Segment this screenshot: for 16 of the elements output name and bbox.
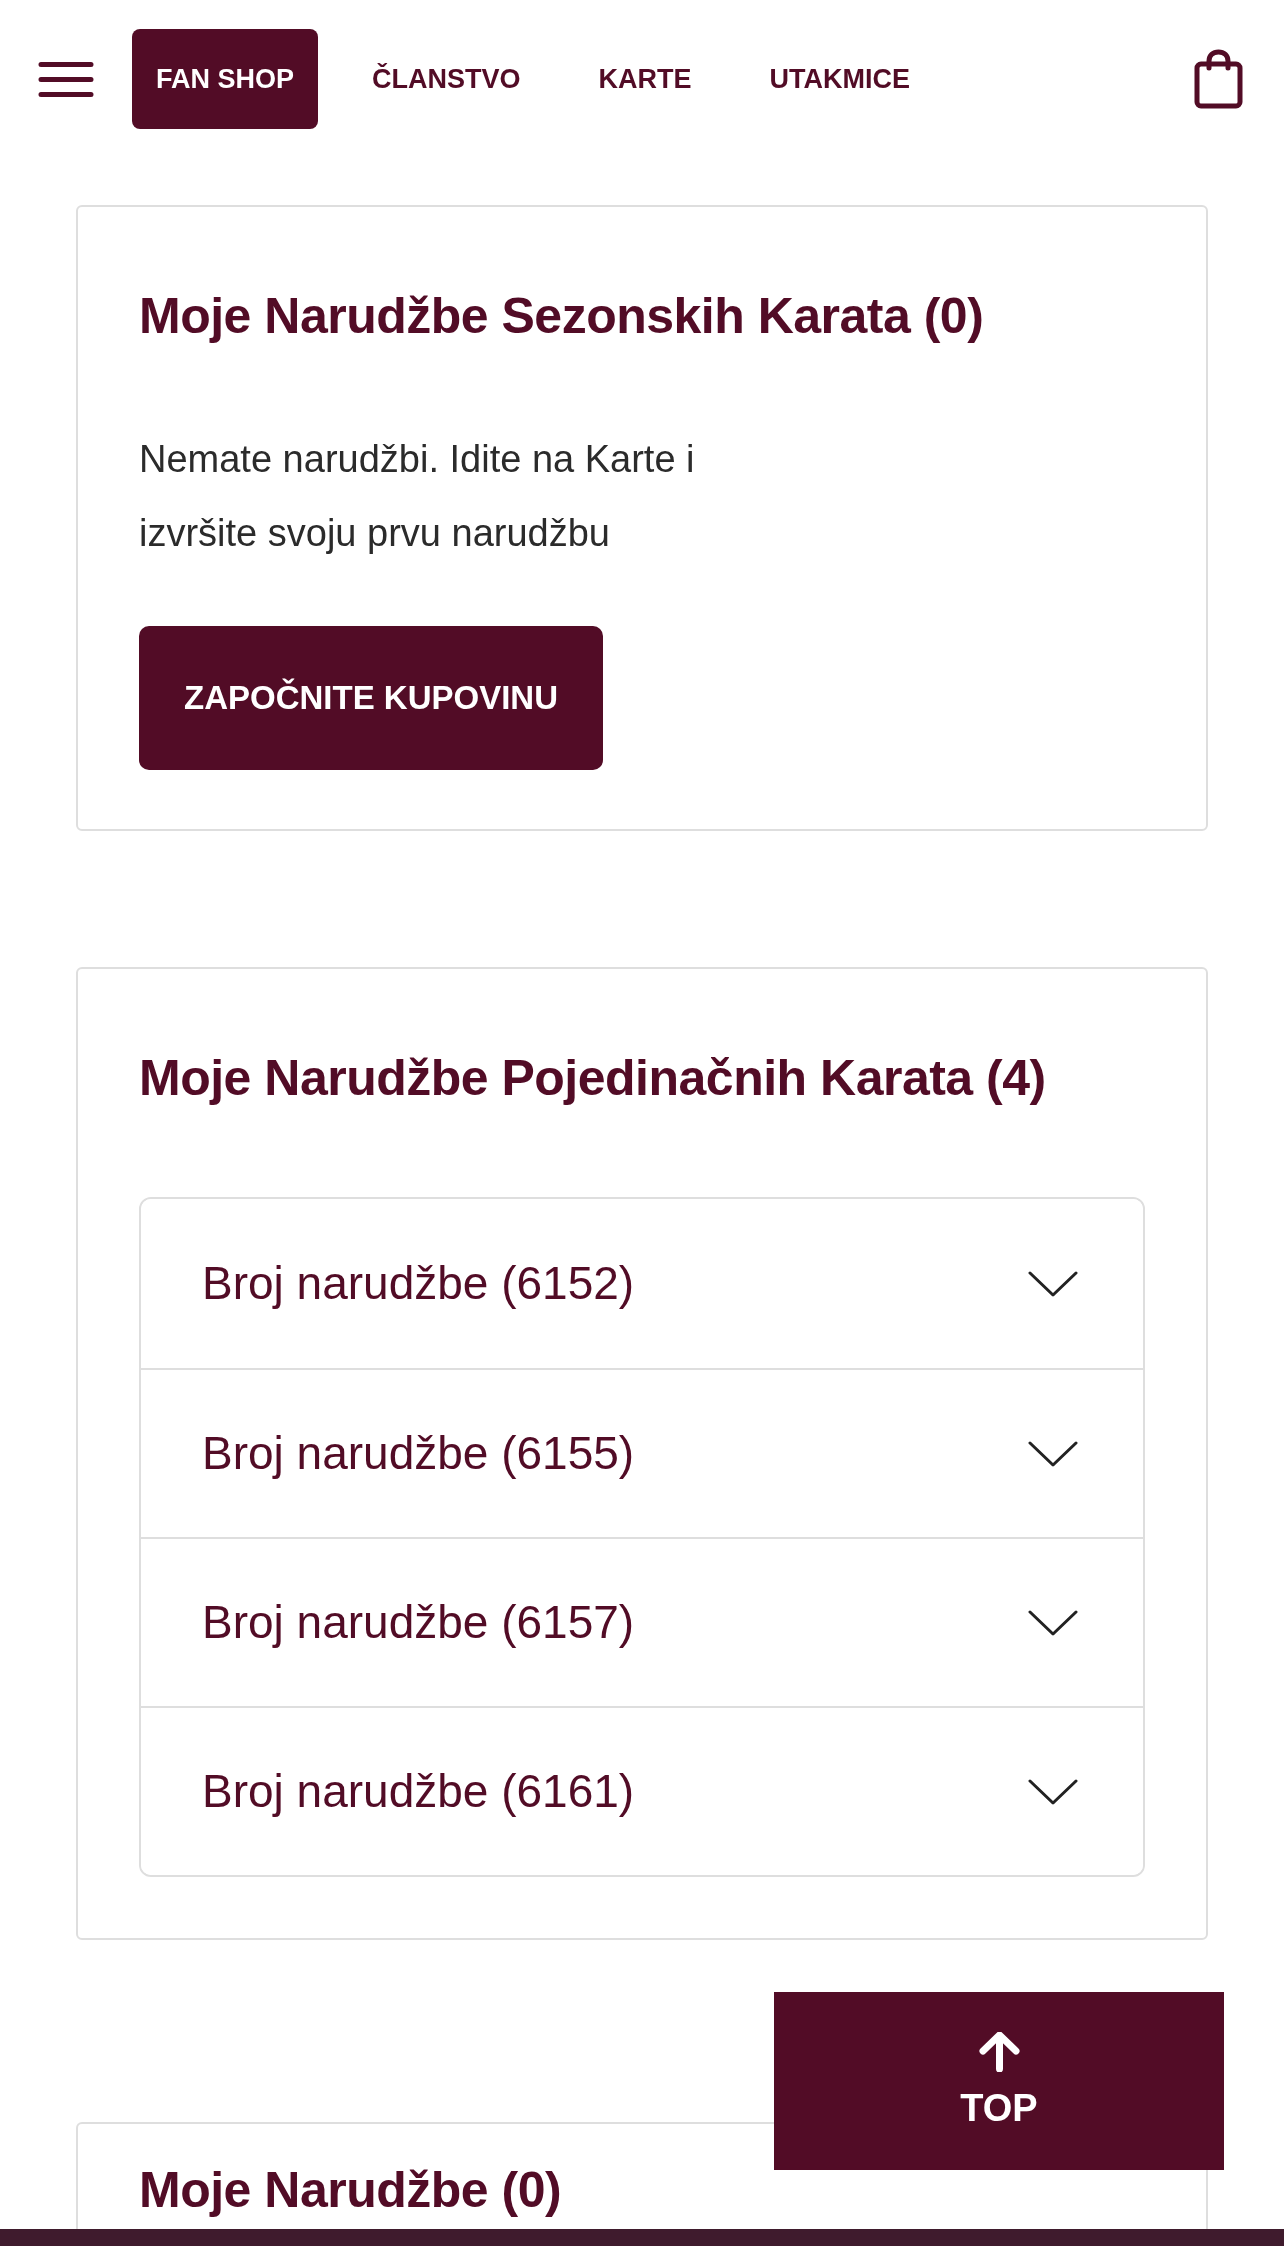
menu-icon[interactable] [38, 60, 94, 98]
empty-message: Nemate narudžbi. Idite na Karte i izvršite svoju prvu narudžbu [139, 437, 696, 556]
arrow-up-icon [977, 2032, 1021, 2072]
section-title: Moje Narudžbe Pojedinačnih Karata (4) [139, 1049, 1046, 1108]
back-to-top-button[interactable]: TOP [774, 1992, 1224, 2170]
back-to-top-label: TOP [960, 2086, 1038, 2130]
shopping-bag-icon[interactable] [1194, 49, 1243, 109]
order-number: Broj narudžbe (6157) [202, 1595, 635, 1650]
order-row[interactable]: Broj narudžbe (6161) [141, 1706, 1143, 1875]
order-number: Broj narudžbe (6155) [202, 1426, 635, 1481]
section-title: Moje Narudžbe Sezonskih Karata (0) [139, 287, 984, 346]
section-title: Moje Narudžbe (0) [139, 2161, 562, 2220]
order-number: Broj narudžbe (6152) [202, 1256, 635, 1311]
nav-link[interactable]: FAN SHOP [132, 29, 319, 129]
start-shopping-button[interactable]: ZAPOČNITE KUPOVINU [139, 626, 604, 770]
order-number: Broj narudžbe (6161) [202, 1764, 635, 1819]
